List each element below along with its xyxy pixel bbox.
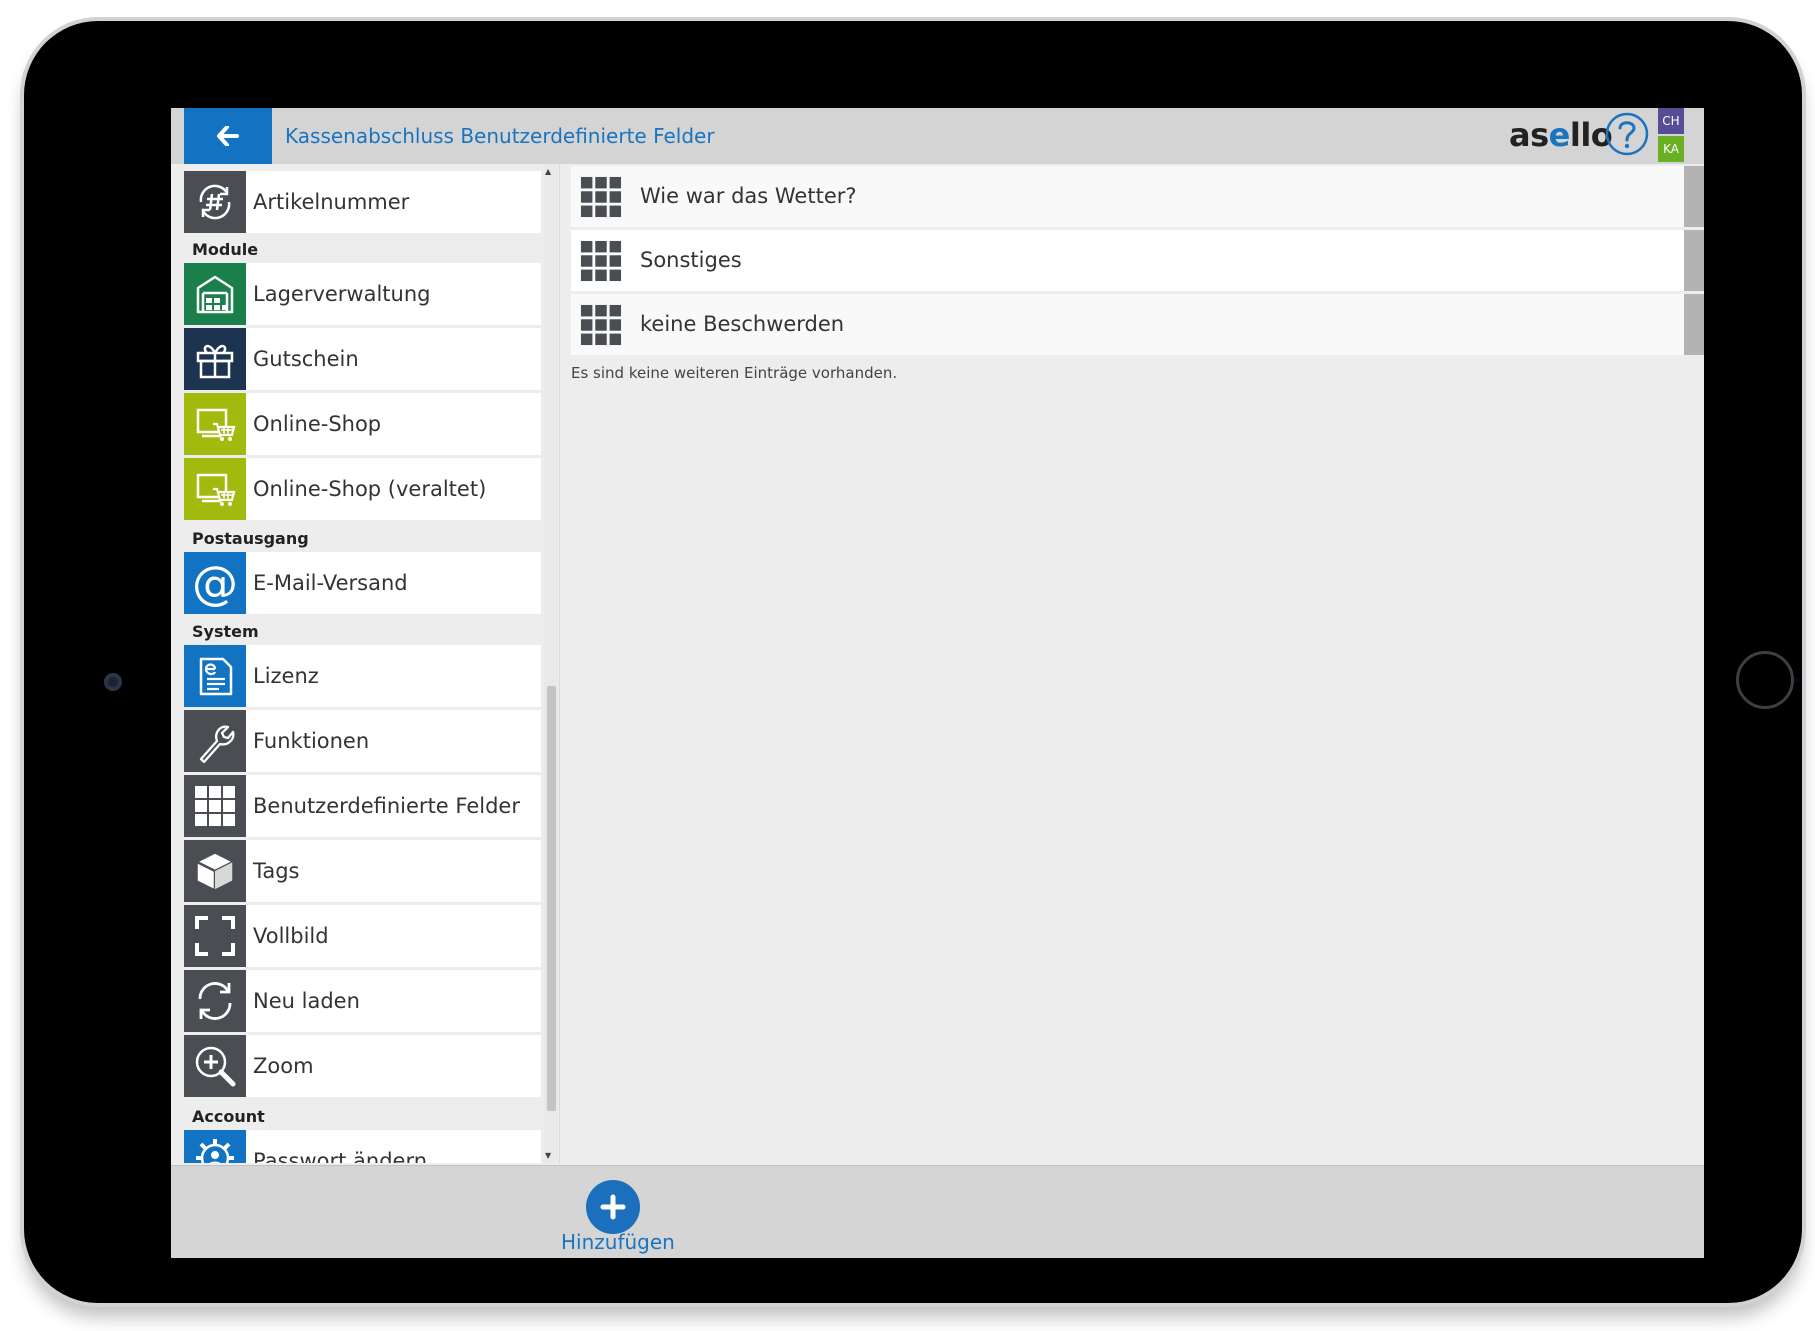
open-detail-button[interactable] [1684, 166, 1704, 227]
sidebar-item-online-shop[interactable]: Online-Shop [184, 393, 541, 455]
section-header-module: Module [192, 240, 259, 259]
sidebar-item-gutschein[interactable]: Gutschein [184, 328, 541, 390]
camera [104, 673, 122, 691]
sidebar-scrollbar-thumb[interactable] [547, 686, 556, 1111]
grid-icon [184, 775, 246, 837]
shopping-cart-screen-icon [184, 393, 246, 455]
sidebar-item-zoom[interactable]: Zoom [184, 1035, 541, 1097]
asello-logo: asello [1509, 116, 1613, 154]
sidebar-item-passwort-aendern[interactable]: Passwort ändern [184, 1130, 541, 1163]
scroll-down-arrow[interactable]: ▼ [545, 1151, 551, 1160]
wrench-icon [184, 710, 246, 772]
scroll-up-arrow[interactable]: ▲ [545, 167, 551, 176]
cube-icon [184, 840, 246, 902]
list-item[interactable]: Wie war das Wetter? [571, 166, 1684, 227]
section-header-account: Account [192, 1107, 265, 1126]
gift-icon [184, 328, 246, 390]
add-button[interactable] [586, 1180, 640, 1234]
sidebar-item-tags[interactable]: Tags [184, 840, 541, 902]
open-detail-button[interactable] [1684, 230, 1704, 291]
back-button[interactable] [184, 108, 272, 164]
grid-icon [580, 176, 622, 222]
sidebar-item-artikelnummer[interactable]: Artikelnummer [184, 171, 541, 233]
fullscreen-icon [184, 905, 246, 967]
warehouse-icon [184, 263, 246, 325]
sidebar-item-lagerverwaltung[interactable]: Lagerverwaltung [184, 263, 541, 325]
shopping-cart-screen-icon [184, 458, 246, 520]
app-screen: Kassenabschluss Benutzerdefinierte Felde… [171, 108, 1704, 1258]
grid-icon [580, 304, 622, 350]
at-sign-icon: @ [184, 552, 246, 614]
home-button[interactable] [1736, 651, 1794, 709]
gear-user-icon [184, 1130, 246, 1163]
grid-icon [580, 240, 622, 286]
sidebar-item-funktionen[interactable]: Funktionen [184, 710, 541, 772]
top-bar: Kassenabschluss Benutzerdefinierte Felde… [171, 108, 1704, 164]
license-document-icon [184, 645, 246, 707]
list-item[interactable]: keine Beschwerden [571, 294, 1684, 355]
empty-list-note: Es sind keine weiteren Einträge vorhande… [571, 364, 898, 382]
list-item[interactable]: Sonstiges [571, 230, 1684, 291]
panel-divider [559, 164, 560, 1163]
bottom-toolbar [171, 1165, 1704, 1258]
sidebar: Artikelnummer Module Lagerverwaltung Gut… [184, 164, 541, 1163]
plus-icon [600, 1194, 626, 1220]
question-circle-icon [1605, 112, 1649, 156]
add-button-label[interactable]: Hinzufügen [561, 1230, 675, 1254]
country-badge[interactable]: CH [1658, 108, 1684, 134]
page-title: Kassenabschluss Benutzerdefinierte Felde… [285, 124, 715, 148]
sidebar-item-online-shop-veraltet[interactable]: Online-Shop (veraltet) [184, 458, 541, 520]
hash-refresh-icon [184, 171, 246, 233]
section-header-system: System [192, 622, 259, 641]
sidebar-item-benutzerdefinierte-felder[interactable]: Benutzerdefinierte Felder [184, 775, 541, 837]
open-detail-button[interactable] [1684, 294, 1704, 355]
section-header-postausgang: Postausgang [192, 529, 309, 548]
sidebar-item-email-versand[interactable]: @ E-Mail-Versand [184, 552, 541, 614]
sidebar-item-vollbild[interactable]: Vollbild [184, 905, 541, 967]
help-button[interactable] [1604, 111, 1650, 157]
zoom-in-icon [184, 1035, 246, 1097]
tablet-frame: Kassenabschluss Benutzerdefinierte Felde… [24, 21, 1802, 1303]
arrow-left-icon [217, 126, 239, 146]
register-badge[interactable]: KA [1658, 136, 1684, 162]
reload-icon [184, 970, 246, 1032]
sidebar-item-neu-laden[interactable]: Neu laden [184, 970, 541, 1032]
sidebar-item-lizenz[interactable]: Lizenz [184, 645, 541, 707]
